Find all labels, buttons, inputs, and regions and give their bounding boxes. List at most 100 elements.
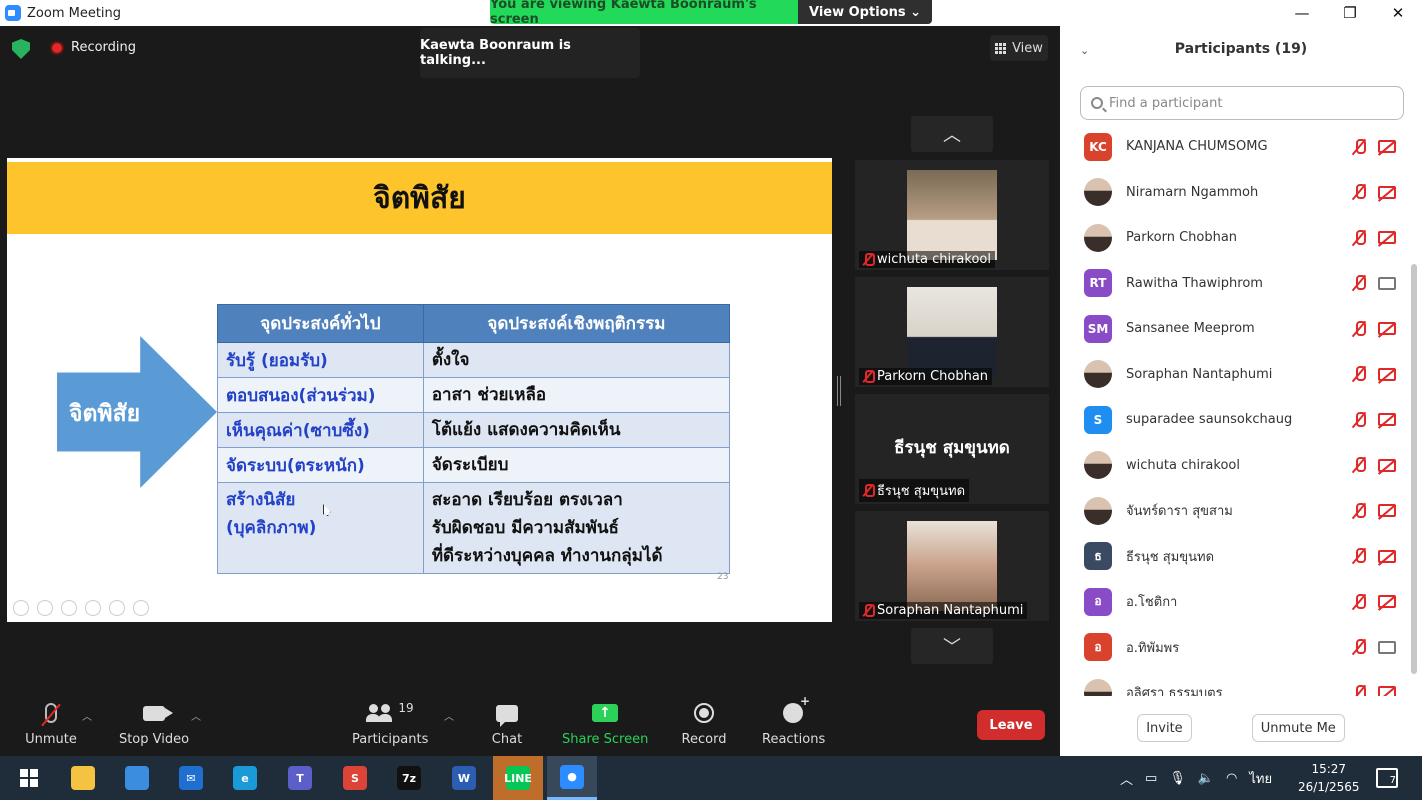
clock[interactable]: 15:27 26/1/2565 — [1298, 760, 1360, 796]
video-off-icon[interactable] — [1378, 367, 1396, 381]
store-icon[interactable] — [112, 756, 162, 800]
mic-muted-icon[interactable] — [1352, 593, 1366, 611]
window-title: Zoom Meeting — [27, 5, 122, 21]
participant-row[interactable]: Soraphan Nantaphumi — [1060, 352, 1410, 398]
thumbnail-name-label: ธีรนุช สุมขุนทด — [877, 484, 966, 499]
reactions-icon — [783, 694, 810, 723]
video-off-icon[interactable] — [1378, 549, 1396, 563]
video-off-icon[interactable] — [1378, 686, 1396, 696]
video-on-icon[interactable] — [1378, 640, 1396, 654]
panel-footer: Invite Unmute Me — [1060, 700, 1422, 756]
video-off-icon[interactable] — [1378, 458, 1396, 472]
chat-button[interactable]: Chat — [486, 700, 528, 747]
chevron-up-icon[interactable]: ︿ — [1120, 769, 1133, 788]
record-button[interactable]: Record — [680, 700, 728, 747]
wifi-icon[interactable]: ◠ — [1226, 771, 1237, 786]
teams-icon[interactable]: T — [275, 756, 325, 800]
video-thumbnail[interactable]: ธีรนุช สุมขุนทด ธีรนุช สุมขุนทด — [855, 394, 1049, 504]
security-shield-icon[interactable] — [12, 39, 30, 59]
zoom-icon[interactable]: ● — [547, 756, 597, 800]
video-thumbnail[interactable]: wichuta chirakool — [855, 160, 1049, 270]
thumbnails-up-button[interactable]: ︿ — [911, 116, 993, 152]
minimize-button[interactable]: — — [1278, 0, 1326, 26]
mic-muted-icon[interactable] — [1352, 502, 1366, 520]
participant-row[interactable]: SM Sansanee Meeprom — [1060, 306, 1410, 352]
maximize-button[interactable]: ❐ — [1326, 0, 1374, 26]
edge-icon[interactable]: e — [220, 756, 270, 800]
table-row: รับรู้ (ยอมรับ) ตั้งใจ — [217, 342, 731, 378]
shared-screen: จิตพิสัย จิตพิสัย จุดประสงค์ทั่วไป จุดปร… — [7, 158, 832, 622]
video-on-icon[interactable] — [1378, 276, 1396, 290]
video-thumbnail[interactable]: Parkorn Chobhan — [855, 277, 1049, 387]
view-button[interactable]: View — [990, 35, 1048, 61]
battery-icon[interactable]: ▭ — [1145, 771, 1157, 786]
mic-muted-icon[interactable] — [1352, 320, 1366, 338]
participant-search[interactable] — [1080, 86, 1404, 120]
video-thumbnail[interactable]: Soraphan Nantaphumi — [855, 511, 1049, 621]
file-explorer-icon[interactable] — [58, 756, 108, 800]
video-off-icon[interactable] — [1378, 322, 1396, 336]
unmute-button[interactable]: Unmute — [22, 700, 80, 747]
participants-options-caret[interactable]: ︿ — [444, 708, 454, 723]
participant-row[interactable]: จันทร์ดารา สุขสาม — [1060, 488, 1410, 534]
start-button[interactable] — [4, 756, 54, 800]
participant-row[interactable]: Ssuparadee saunsokchaug — [1060, 397, 1410, 443]
participant-row[interactable]: Parkorn Chobhan — [1060, 215, 1410, 261]
mic-muted-icon[interactable] — [1352, 365, 1366, 383]
reactions-button[interactable]: Reactions — [762, 694, 826, 747]
participants-button[interactable]: 19 Participants — [352, 700, 428, 747]
thumbnail-name-label: Parkorn Chobhan — [877, 369, 989, 384]
chrome-icon[interactable]: S — [330, 756, 380, 800]
mic-muted-icon[interactable] — [1352, 456, 1366, 474]
mic-muted-icon[interactable] — [1352, 411, 1366, 429]
video-off-icon[interactable] — [1378, 413, 1396, 427]
unmute-me-button[interactable]: Unmute Me — [1251, 714, 1345, 742]
word-icon[interactable]: W — [439, 756, 489, 800]
video-off-icon[interactable] — [1378, 595, 1396, 609]
record-label: Record — [681, 732, 727, 747]
participant-row[interactable]: KC KANJANA CHUMSOMG — [1060, 124, 1410, 170]
mic-muted-icon[interactable] — [1352, 138, 1366, 156]
7zip-icon[interactable]: 7z — [384, 756, 434, 800]
volume-icon[interactable]: 🔈 — [1198, 771, 1214, 786]
reactions-label: Reactions — [762, 732, 826, 747]
microphone-icon[interactable]: 🎙 — [1169, 771, 1186, 786]
video-off-icon[interactable] — [1378, 504, 1396, 518]
search-input[interactable] — [1109, 95, 1389, 111]
participant-row[interactable]: Niramarn Ngammoh — [1060, 170, 1410, 216]
audio-options-caret[interactable]: ︿ — [82, 708, 92, 723]
invite-button[interactable]: Invite — [1137, 714, 1192, 742]
thumbnails-down-button[interactable]: ﹀ — [911, 628, 993, 664]
participant-list-scrollbar[interactable] — [1410, 124, 1418, 696]
view-options-button[interactable]: View Options ⌄ — [798, 0, 932, 24]
participant-row[interactable]: ธ ธีรนุช สุมขุนทด — [1060, 534, 1410, 580]
notifications-icon[interactable]: 7 — [1376, 768, 1398, 788]
close-button[interactable]: ✕ — [1374, 0, 1422, 26]
scrollbar-thumb[interactable] — [1411, 264, 1417, 674]
zoom-icon: ● — [560, 764, 584, 789]
participant-row[interactable]: อ อ.ทิพัมพร — [1060, 625, 1410, 671]
participant-row[interactable]: RT Rawitha Thawiphrom — [1060, 261, 1410, 307]
line-icon[interactable]: LINE — [493, 756, 543, 800]
mic-muted-icon[interactable] — [1352, 183, 1366, 201]
participant-name: จันทร์ดารา สุขสาม — [1126, 504, 1233, 520]
participant-row[interactable]: อลิศรา ธรรมบุตร — [1060, 670, 1410, 696]
mic-muted-icon[interactable] — [1352, 684, 1366, 696]
splitter-handle[interactable] — [837, 376, 841, 406]
language-indicator[interactable]: ไทย — [1249, 768, 1272, 789]
leave-button[interactable]: Leave — [977, 710, 1045, 740]
stop-video-button[interactable]: Stop Video — [116, 700, 192, 747]
mic-muted-icon[interactable] — [1352, 547, 1366, 565]
video-off-icon[interactable] — [1378, 185, 1396, 199]
video-off-icon[interactable] — [1378, 140, 1396, 154]
participant-row[interactable]: wichuta chirakool — [1060, 443, 1410, 489]
mail-icon[interactable]: ✉ — [166, 756, 216, 800]
mic-muted-icon[interactable] — [1352, 638, 1366, 656]
more-icon — [133, 600, 149, 616]
share-screen-button[interactable]: ↑ Share Screen — [562, 700, 648, 747]
participant-row[interactable]: อ อ.โชติกา — [1060, 579, 1410, 625]
video-off-icon[interactable] — [1378, 231, 1396, 245]
video-options-caret[interactable]: ︿ — [191, 708, 201, 723]
mic-muted-icon[interactable] — [1352, 274, 1366, 292]
mic-muted-icon[interactable] — [1352, 229, 1366, 247]
